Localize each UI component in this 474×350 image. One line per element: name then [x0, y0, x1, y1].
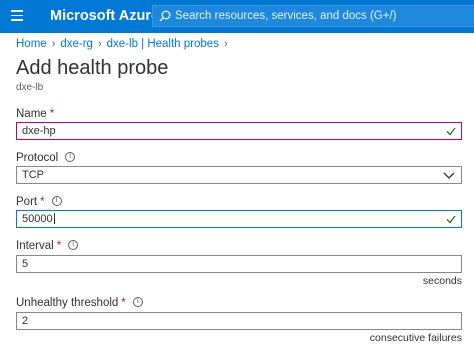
breadcrumb: Home › dxe-rg › dxe-lb | Health probes › [16, 38, 233, 50]
interval-label: Interval * [16, 239, 79, 252]
info-icon[interactable] [65, 151, 76, 162]
port-input[interactable]: 50000 [16, 210, 462, 228]
unhealthy-threshold-label-text: Unhealthy threshold [16, 297, 119, 309]
protocol-label: Protocol [16, 151, 76, 164]
protocol-dropdown[interactable]: TCP [16, 166, 462, 184]
interval-unit: seconds [422, 275, 462, 287]
unhealthy-threshold-unit: consecutive failures [369, 332, 462, 344]
chevron-right-icon: › [97, 38, 102, 50]
breadcrumb-health-probes[interactable]: dxe-lb | Health probes [107, 38, 219, 50]
chevron-right-icon: › [51, 38, 56, 50]
checkmark-icon [446, 215, 456, 224]
interval-input[interactable]: 5 [16, 255, 462, 273]
port-label-text: Port [16, 196, 38, 208]
port-label: Port * [16, 195, 62, 208]
page-subtitle: dxe-lb [16, 82, 44, 93]
search-placeholder: Search resources, services, and docs (G+… [175, 10, 397, 22]
protocol-label-text: Protocol [16, 152, 59, 164]
required-marker: * [121, 297, 126, 309]
info-icon[interactable] [132, 296, 143, 307]
chevron-right-icon: › [223, 38, 228, 50]
breadcrumb-home[interactable]: Home [16, 38, 47, 50]
breadcrumb-resource-group[interactable]: dxe-rg [60, 38, 93, 50]
page-title: Add health probe [16, 57, 169, 79]
name-input[interactable]: dxe-hp [16, 122, 462, 140]
search-icon [159, 10, 171, 22]
chevron-down-icon [443, 172, 455, 179]
name-input-value: dxe-hp [22, 125, 56, 137]
hamburger-menu-icon[interactable] [11, 10, 23, 21]
required-marker: * [56, 240, 62, 252]
checkmark-icon [446, 127, 456, 136]
name-label: Name * [16, 108, 54, 120]
interval-label-text: Interval [16, 240, 54, 252]
top-bar: Microsoft Azure Search resources, servic… [0, 0, 474, 33]
unhealthy-threshold-input[interactable]: 2 [16, 312, 462, 330]
interval-input-value: 5 [22, 258, 29, 270]
protocol-selected-value: TCP [22, 169, 44, 181]
name-label-text: Name [16, 108, 47, 120]
required-marker: * [49, 108, 55, 120]
info-icon[interactable] [68, 239, 79, 250]
unhealthy-threshold-label: Unhealthy threshold * [16, 296, 143, 309]
info-icon[interactable] [51, 195, 62, 206]
port-input-value: 50000 [22, 213, 55, 225]
unhealthy-threshold-input-value: 2 [22, 315, 29, 327]
brand-title[interactable]: Microsoft Azure [50, 8, 159, 24]
required-marker: * [40, 196, 45, 208]
global-search-input[interactable]: Search resources, services, and docs (G+… [152, 5, 474, 27]
